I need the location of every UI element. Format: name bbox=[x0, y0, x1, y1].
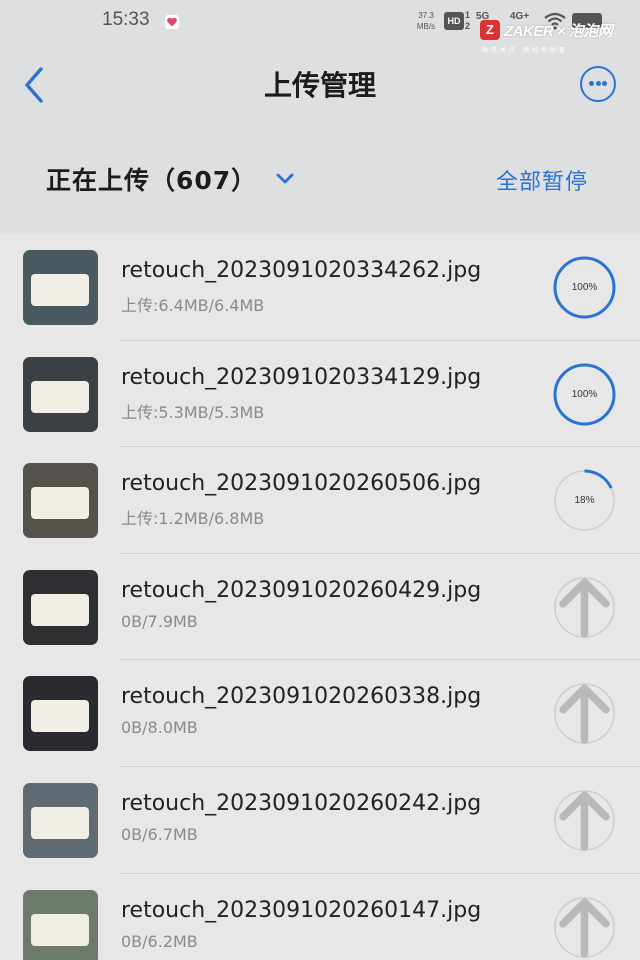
watermark-text: ZAKER × 泡泡网 bbox=[504, 23, 613, 40]
start-upload-button[interactable] bbox=[553, 682, 616, 745]
hd-badge: HD bbox=[444, 12, 464, 30]
thumbnail-product-shape bbox=[31, 700, 89, 733]
more-button[interactable] bbox=[580, 66, 616, 102]
thumbnail-product-shape bbox=[31, 487, 89, 520]
upload-arrow-icon bbox=[559, 578, 610, 638]
start-upload-button[interactable] bbox=[553, 789, 616, 852]
chevron-down-icon bbox=[276, 173, 294, 184]
thumbnail-product-shape bbox=[31, 593, 89, 626]
file-name: retouch_2023091020260506.jpg bbox=[121, 471, 482, 497]
file-progress-text: 0B/6.2MB bbox=[121, 931, 198, 951]
file-progress-text: 上传:6.4MB/6.4MB bbox=[121, 296, 265, 315]
heart-icon bbox=[165, 15, 179, 29]
more-icon-dot bbox=[595, 81, 601, 86]
file-thumbnail bbox=[23, 250, 98, 325]
upload-progress-ring[interactable]: 100% bbox=[553, 363, 616, 426]
file-name: retouch_2023091020260338.jpg bbox=[121, 684, 482, 710]
thumbnail-product-shape bbox=[31, 380, 89, 413]
network-speed: 37.3 MB/s bbox=[414, 10, 438, 32]
sim-1-label: 1 bbox=[465, 10, 471, 20]
progress-percent-label: 100% bbox=[571, 282, 598, 293]
status-time: 15:33 bbox=[102, 9, 150, 30]
upload-progress-ring[interactable]: 100% bbox=[553, 256, 616, 319]
top-area: 15:33 37.3 MB/s HD 1 2 5G 4G+ Z ZAKER × … bbox=[0, 0, 640, 234]
more-icon-dot bbox=[589, 81, 594, 86]
progress-percent-label: 100% bbox=[571, 388, 598, 400]
start-upload-button[interactable] bbox=[553, 896, 616, 959]
upload-arrow-icon bbox=[559, 898, 610, 958]
file-progress-text: 0B/8.0MB bbox=[121, 718, 198, 738]
upload-list-item[interactable]: retouch_2023091020334262.jpg 上传:6.4MB/6.4… bbox=[0, 234, 640, 341]
speed-value: 37.3 bbox=[418, 11, 434, 20]
upload-arrow-icon bbox=[559, 684, 610, 745]
file-name: retouch_2023091020334129.jpg bbox=[121, 364, 482, 390]
filter-label: 正在上传（607） bbox=[46, 166, 258, 195]
file-thumbnail bbox=[23, 569, 98, 645]
upload-list-item[interactable]: retouch_2023091020260338.jpg 0B/8.0MB bbox=[0, 660, 640, 767]
upload-list-item[interactable]: retouch_2023091020260506.jpg 上传:1.2MB/6.8… bbox=[0, 447, 640, 554]
file-thumbnail bbox=[23, 889, 98, 960]
upload-list-item[interactable]: retouch_2023091020260242.jpg 0B/6.7MB bbox=[0, 767, 640, 874]
upload-list: retouch_2023091020334262.jpg 上传:6.4MB/6.4… bbox=[0, 234, 640, 960]
thumbnail-product-shape bbox=[31, 913, 89, 946]
speed-unit: MB/s bbox=[416, 22, 436, 31]
filter-row: 正在上传（607） 全部暂停 bbox=[0, 156, 640, 202]
file-thumbnail bbox=[23, 356, 98, 432]
file-progress-text: 0B/6.7MB bbox=[121, 824, 198, 844]
file-progress-text: 0B/7.9MB bbox=[121, 611, 198, 631]
file-name: retouch_2023091020260147.jpg bbox=[121, 897, 482, 923]
upload-list-item[interactable]: retouch_2023091020260429.jpg 0B/7.9MB bbox=[0, 554, 640, 661]
file-progress-text: 上传:5.3MB/5.3MB bbox=[121, 402, 265, 422]
upload-list-item[interactable]: retouch_2023091020260147.jpg 0B/6.2MB bbox=[0, 874, 640, 960]
upload-filter-dropdown[interactable]: 正在上传（607） bbox=[46, 156, 295, 202]
file-thumbnail bbox=[23, 676, 98, 752]
file-thumbnail bbox=[23, 463, 98, 539]
thumbnail-product-shape bbox=[31, 274, 89, 306]
upload-list-item[interactable]: retouch_2023091020334129.jpg 上传:5.3MB/5.3… bbox=[0, 341, 640, 448]
file-name: retouch_2023091020260242.jpg bbox=[121, 790, 482, 816]
progress-percent-label: 18% bbox=[574, 495, 595, 507]
sim-indicator: 1 2 bbox=[465, 10, 473, 32]
file-thumbnail bbox=[23, 782, 98, 858]
nav-bar: 上传管理 bbox=[0, 52, 640, 116]
more-icon-dot bbox=[602, 81, 607, 86]
upload-arrow-icon bbox=[559, 791, 610, 851]
file-name: retouch_2023091020334262.jpg bbox=[121, 258, 482, 283]
page-title: 上传管理 bbox=[263, 69, 376, 102]
upload-progress-ring[interactable]: 18% bbox=[553, 469, 616, 532]
watermark-logo: Z bbox=[480, 20, 500, 40]
pause-all-button[interactable]: 全部暂停 bbox=[496, 164, 588, 196]
start-upload-button[interactable] bbox=[553, 576, 616, 639]
status-bar: 15:33 37.3 MB/s HD 1 2 5G 4G+ Z ZAKER × … bbox=[0, 0, 640, 54]
sim-2-label: 2 bbox=[465, 21, 471, 31]
thumbnail-product-shape bbox=[31, 806, 89, 839]
file-progress-text: 上传:1.2MB/6.8MB bbox=[121, 509, 265, 529]
file-name: retouch_2023091020260429.jpg bbox=[121, 577, 482, 603]
